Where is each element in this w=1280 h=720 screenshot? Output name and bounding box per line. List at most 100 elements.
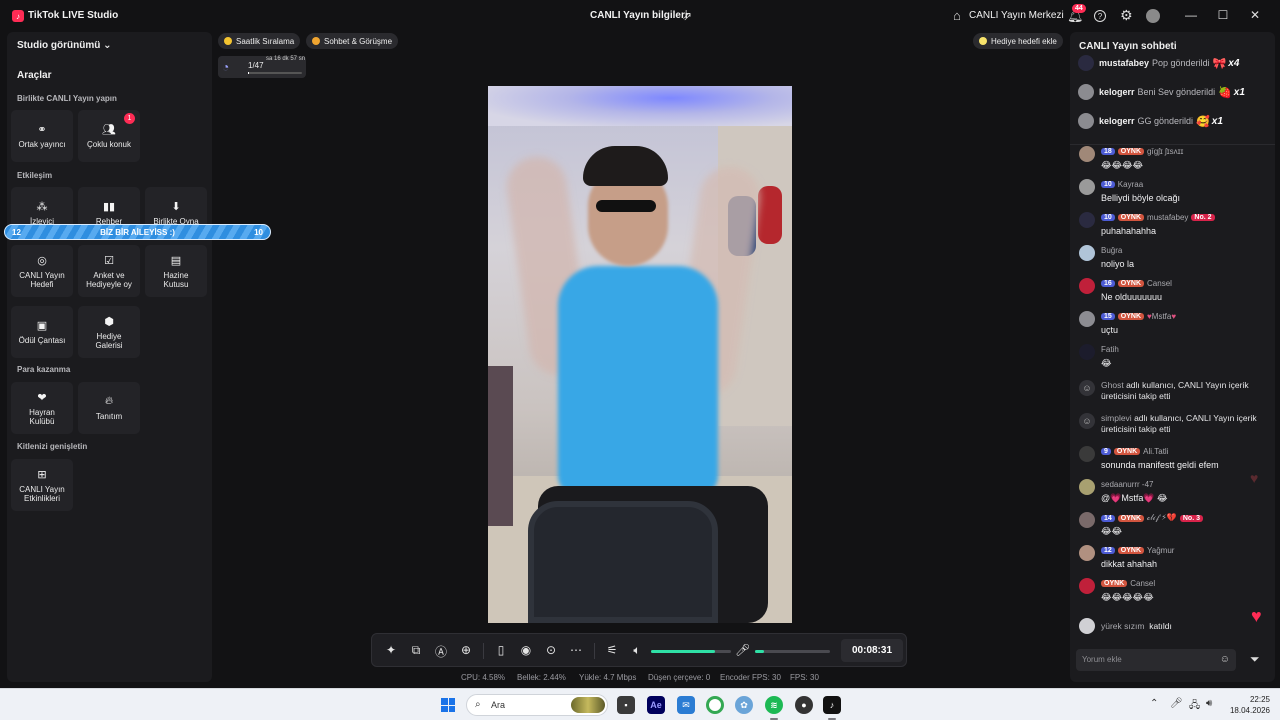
- live-info-title[interactable]: CANLI Yayın bilgileri: [590, 10, 688, 21]
- section-audience: Kitlenizi genişletin: [17, 442, 88, 451]
- avatar[interactable]: [1146, 9, 1160, 23]
- tiktok-studio-icon[interactable]: ♪: [823, 696, 841, 714]
- spotify-icon[interactable]: ≋: [765, 696, 783, 714]
- poll-button[interactable]: ☑ Anket ve Hediyeyle oy: [78, 245, 140, 297]
- windows-start-icon[interactable]: [441, 698, 455, 712]
- title-bar: ♪ TikTok LIVE Studio CANLI Yayın bilgile…: [0, 0, 1280, 32]
- calendar-plus-icon: ⊞: [37, 468, 47, 481]
- add-source-icon[interactable]: ⊕: [459, 643, 473, 657]
- share-icon[interactable]: ⇗: [682, 9, 692, 23]
- goal-count: 1/47: [248, 61, 264, 70]
- chat-message: Buğra noliyo la: [1079, 245, 1269, 271]
- link-icon: ⚭: [37, 124, 47, 136]
- cpu-stat: CPU: 4.58%: [461, 673, 506, 682]
- taskbar-search[interactable]: ⌕ Ara: [466, 694, 608, 716]
- live-center-link[interactable]: CANLI Yayın Merkezi: [969, 10, 1064, 21]
- gift-gallery-button[interactable]: ⬢ Hediye Galerisi: [78, 306, 140, 358]
- add-gift-goal-chip[interactable]: Hediye hedefi ekle: [973, 33, 1063, 49]
- promote-button[interactable]: 🔥︎ Tanıtım: [78, 382, 140, 434]
- network-icon[interactable]: 🖧︎: [1189, 698, 1200, 715]
- emoji-icon[interactable]: ☺: [1220, 654, 1230, 665]
- banner-text: BİZ BİR AİLEYİSS :): [100, 227, 175, 237]
- obs-icon[interactable]: ●: [795, 696, 813, 714]
- ai-icon[interactable]: Ⓐ: [434, 643, 448, 660]
- cohost-button[interactable]: ⚭ Ortak yayıncı: [11, 110, 73, 162]
- mail-icon[interactable]: ✉: [677, 696, 695, 714]
- screenshot-icon[interactable]: ⊙: [544, 643, 558, 657]
- avatar: [1078, 84, 1094, 100]
- live-goal-button[interactable]: ◎ CANLI Yayın Hedefi: [11, 245, 73, 297]
- live-events-button[interactable]: ⊞ CANLI Yayın Etkinlikleri: [11, 459, 73, 511]
- fps-stat: FPS: 30: [790, 673, 819, 682]
- chat-message: sedaanurrr -47 @💗Mstfa💗 😂: [1079, 479, 1269, 505]
- follow-notice: ☺ simplevi adlı kullanıcı, CANLI Yayın i…: [1079, 413, 1269, 437]
- stream-control-bar: ✦ ⧉ Ⓐ ⊕ ▯ ◉ ⊙ ⋯ ⚟ 🔈︎ 🎤︎ 00:08:31: [371, 633, 907, 667]
- gift-row: kelogerr Beni Sev gönderildi 🍓 x1: [1078, 81, 1245, 103]
- close-icon[interactable]: ✕: [1248, 8, 1262, 22]
- volume-slider[interactable]: [651, 650, 731, 653]
- minimize-icon[interactable]: —: [1184, 8, 1198, 22]
- treasure-box-button[interactable]: ▤ Hazine Kutusu: [145, 245, 207, 297]
- book-icon: ▮▮: [102, 201, 116, 213]
- heart-icon: ♥: [1251, 606, 1262, 626]
- goal-widget[interactable]: ◔ 1/47 sa 16 dk 57 sn: [218, 56, 306, 78]
- join-notice: yürek sızım katıldı: [1079, 618, 1269, 636]
- gift-row: kelogerr GG gönderildi 🥰 x1: [1078, 110, 1223, 132]
- chevron-up-icon[interactable]: ⌃: [1150, 698, 1158, 709]
- encoder-fps-stat: Encoder FPS: 30: [720, 673, 781, 682]
- multi-guest-button[interactable]: 1 👥︎ Çoklu konuk: [78, 110, 140, 162]
- mixer-icon[interactable]: ⚟: [605, 643, 619, 657]
- home-icon[interactable]: ⌂: [953, 8, 961, 23]
- upload-stat: Yükle: 4.7 Mbps: [579, 673, 637, 682]
- reward-bag-button[interactable]: ▣ Ödül Çantası: [11, 306, 73, 358]
- chat-icon: [312, 37, 320, 45]
- tools-heading: Araçlar: [17, 70, 52, 81]
- microphone-icon[interactable]: 🎤︎: [735, 643, 750, 657]
- file-explorer-icon[interactable]: ▪: [617, 696, 635, 714]
- comment-input[interactable]: Yorum ekle ☺: [1076, 649, 1236, 671]
- hourly-ranking-chip[interactable]: Saatlik Sıralama: [218, 33, 301, 49]
- microphone-tray-icon[interactable]: 🎤︎: [1170, 698, 1183, 709]
- filter-icon[interactable]: ⏷: [1250, 652, 1260, 667]
- help-icon[interactable]: ?: [1094, 10, 1106, 22]
- settings-app-icon[interactable]: ✿: [735, 696, 753, 714]
- banner-right-number: 10: [254, 227, 263, 237]
- volume-tray-icon[interactable]: 🔊︎: [1206, 698, 1212, 709]
- poll-icon: ☑: [104, 254, 114, 267]
- chrome-icon[interactable]: [706, 696, 724, 714]
- translate-icon[interactable]: ⧉: [409, 643, 423, 658]
- chest-icon: ▤: [170, 254, 182, 267]
- gift-strawberry-icon: 🍓: [1218, 86, 1232, 99]
- stream-timer: 00:08:31: [841, 639, 903, 662]
- section-together: Birlikte CANLI Yayın yapın: [17, 94, 117, 103]
- fan-club-button[interactable]: ❤ Hayran Kulübü: [11, 382, 73, 434]
- phone-icon[interactable]: ▯: [494, 643, 508, 657]
- dropped-frames-stat: Düşen çerçeve: 0: [648, 673, 711, 682]
- studio-view-dropdown[interactable]: Studio görünümü ⌄: [17, 40, 112, 51]
- punching-bag-red: [758, 186, 782, 244]
- chevron-down-icon: ⌄: [103, 40, 112, 51]
- heart-icon: ♥: [1250, 470, 1259, 486]
- speaker-icon[interactable]: 🔈︎: [630, 643, 644, 658]
- chat-meet-chip[interactable]: Sohbet & Görüşme: [306, 33, 399, 49]
- live-video-preview[interactable]: [488, 86, 792, 623]
- gamepad-icon: ⬇: [171, 201, 181, 213]
- magic-wand-icon[interactable]: ✦: [384, 643, 398, 657]
- maximize-icon[interactable]: ☐: [1216, 8, 1230, 22]
- clock[interactable]: 22:25 18.04.2026: [1226, 694, 1270, 716]
- users-icon: 👥︎: [102, 124, 116, 136]
- viewers-icon: ⁂: [36, 201, 48, 213]
- mic-slider[interactable]: [755, 650, 830, 653]
- chat-message: 12 OYNK Yağmur dikkat ahahah: [1079, 545, 1269, 571]
- banner-left-number: 12: [12, 227, 21, 237]
- after-effects-icon[interactable]: Ae: [647, 696, 665, 714]
- gear-icon[interactable]: ⚙: [1120, 7, 1133, 24]
- app-title: TikTok LIVE Studio: [28, 10, 119, 21]
- user-plus-icon: ☺: [1079, 413, 1095, 429]
- gift-pop-icon: 🎀: [1212, 57, 1227, 70]
- record-icon[interactable]: ◉: [519, 643, 533, 657]
- more-icon[interactable]: ⋯: [569, 643, 583, 657]
- chat-message: 10 Kayraa Belliydi böyle olcağı: [1079, 179, 1269, 205]
- search-icon: ⌕: [475, 699, 481, 710]
- tiktok-logo-icon: ♪: [12, 10, 24, 22]
